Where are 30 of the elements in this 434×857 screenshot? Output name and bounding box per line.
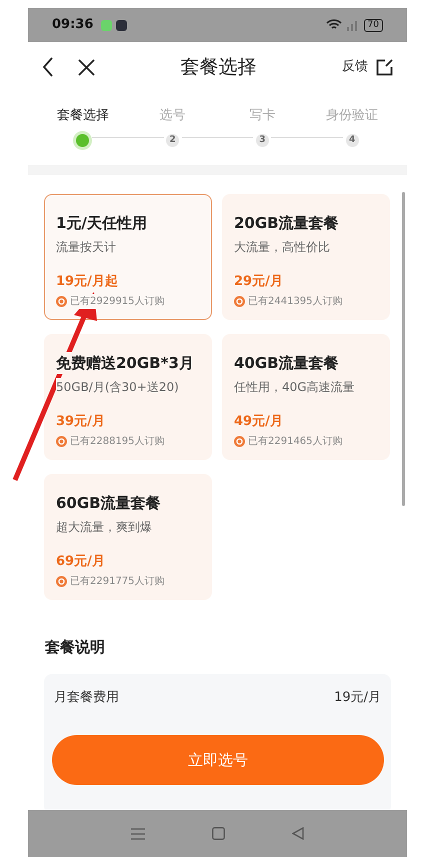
plan-title: 免费赠送20GB*3月 [56,352,194,374]
step-indicator: 3 [256,134,269,146]
step-label: 写卡 [249,107,276,125]
plan-subtitle: 50GB/月(含30+送20) [56,378,179,396]
plan-card[interactable]: 60GB流量套餐 超大流量，爽到爆 69元/月 已有2291775人订购 [44,474,212,600]
plan-subtitle: 超大流量，爽到爆 [56,518,152,536]
subscriber-count: 已有2441395人订购 [248,294,343,308]
section-title: 套餐说明 [44,636,106,658]
subscriber-count: 已有2929915人订购 [70,294,165,308]
feedback-link[interactable]: 反馈 [342,57,368,77]
plan-card[interactable]: 20GB流量套餐 大流量，高性价比 29元/月 已有2441395人订购 [222,194,390,320]
battery-icon: 70 [364,18,383,32]
subscriber-count: 已有2288195人订购 [70,434,165,448]
step-indicator: 4 [346,134,359,146]
plan-subtitle: 大流量，高性价比 [234,238,330,256]
step-indicator: 2 [166,134,180,146]
status-time: 09:36 [52,16,94,34]
plan-subtitle: 任性用，40G高速流量 [234,378,355,396]
plan-card[interactable]: 1元/天任性用 流量按天计 19元/月起 已有2929915人订购 [44,194,212,320]
step-label: 选号 [160,107,186,125]
step-label: 套餐选择 [56,107,109,125]
page-title: 套餐选择 [180,54,258,80]
fee-value: 19元/月 [334,689,381,707]
subscriber-count: 已有2291775人订购 [70,574,165,588]
fee-label: 月套餐费用 [54,689,119,707]
plan-card[interactable]: 免费赠送20GB*3月 50GB/月(含30+送20) 39元/月 已有2288195人订购 [44,334,212,460]
step-label: 身份验证 [326,107,378,125]
plan-subtitle: 流量按天计 [56,238,116,256]
plan-card[interactable]: 40GB流量套餐 任性用，40G高速流量 49元/月 已有2291465人订购 [222,334,390,460]
subscriber-count: 已有2291465人订购 [248,434,343,448]
